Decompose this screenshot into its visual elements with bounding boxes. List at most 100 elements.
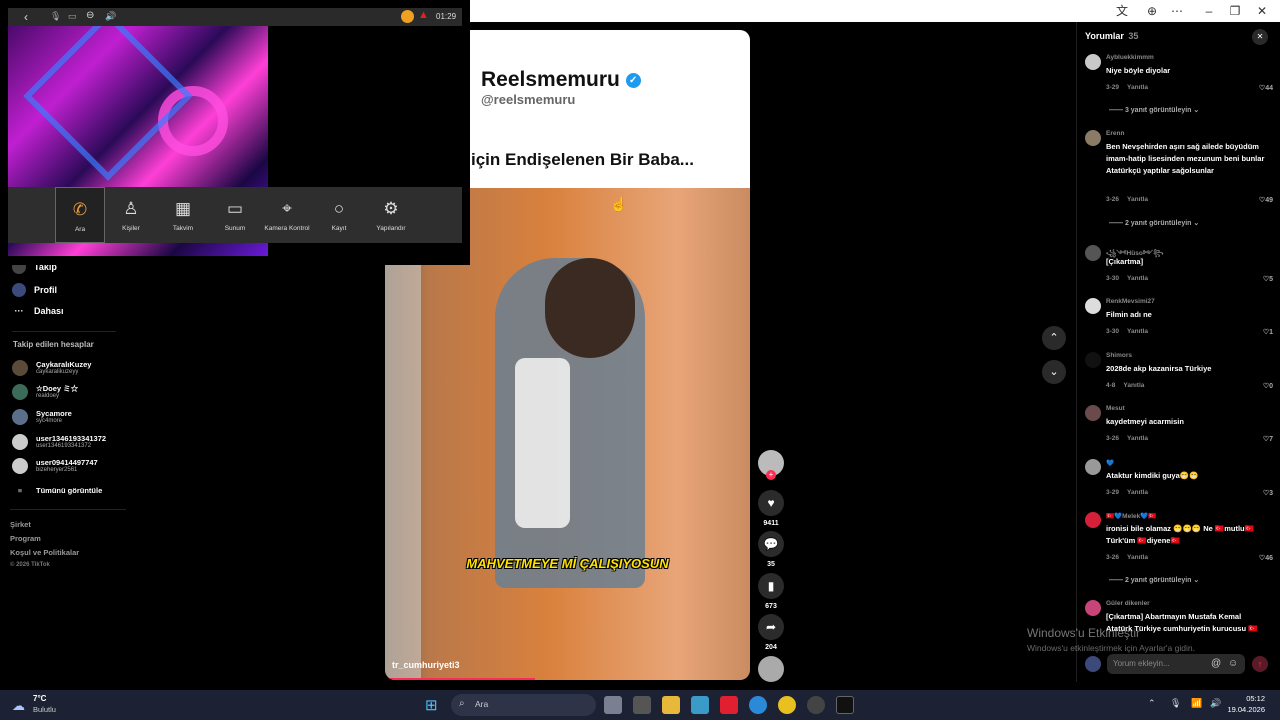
restore-icon[interactable]: ❐: [1228, 4, 1242, 18]
like-count: ♡5: [1262, 276, 1273, 283]
calendar-icon: ▦: [174, 199, 192, 218]
comment-button[interactable]: 💬 35: [758, 531, 784, 568]
camera-off-icon[interactable]: ▭: [68, 11, 77, 22]
reply-button[interactable]: Yanıtla: [1127, 435, 1148, 442]
overlay-control-bar: ✆ Ara ♙ Kişiler ▦ Takvim ▭ Sunum ⌖ Kamer…: [8, 187, 462, 243]
person-head: [545, 258, 635, 358]
speaker-icon[interactable]: 🔊: [105, 11, 116, 22]
temperature[interactable]: 7°C: [33, 694, 46, 703]
reply-button[interactable]: Yanıtla: [1127, 328, 1148, 335]
footer-link-program[interactable]: Program: [10, 534, 41, 543]
reply-button[interactable]: Yanıtla: [1127, 196, 1148, 203]
close-comments-button[interactable]: ✕: [1252, 29, 1268, 45]
avatar: [12, 434, 28, 450]
comment-input[interactable]: Yorum ekleyin...: [1107, 654, 1245, 674]
microphone-icon[interactable]: 🎙: [1170, 698, 1181, 709]
taskbar-search[interactable]: ⌕ Ara: [451, 694, 596, 716]
avatar: [1085, 352, 1101, 368]
weather-text: Bulutlu: [33, 705, 56, 714]
mention-icon[interactable]: @: [1211, 658, 1221, 669]
zoom-icon[interactable]: ⊕: [1145, 4, 1159, 18]
mic-off-icon[interactable]: 🎙: [50, 11, 61, 22]
heart-icon: ♥: [758, 490, 784, 516]
following-account[interactable]: user09414497747 bizeheryer2561: [12, 458, 98, 474]
reply-button[interactable]: Yanıtla: [1127, 275, 1148, 282]
see-all-link[interactable]: ≡ Tümünü görüntüle: [12, 486, 102, 495]
chevron-up-icon: ⌃: [1049, 332, 1059, 344]
emoji-icon[interactable]: ☺: [1228, 658, 1238, 669]
divider: [12, 331, 116, 332]
avatar: [12, 360, 28, 376]
search-icon: ⌕: [459, 698, 465, 709]
avatar: [1085, 298, 1101, 314]
progress-bar[interactable]: [385, 678, 535, 680]
minus-circle-icon[interactable]: ⊖: [86, 10, 94, 21]
chevron-down-icon: ⌄: [1049, 366, 1059, 378]
avatar: [1085, 130, 1101, 146]
chevron-up-icon[interactable]: ⌃: [1148, 698, 1156, 709]
close-icon: ✕: [1256, 32, 1264, 41]
back-icon[interactable]: ‹: [24, 10, 28, 24]
windows-start-icon[interactable]: ⊞: [425, 696, 438, 714]
footer-link-company[interactable]: Şirket: [10, 520, 31, 529]
minimize-icon[interactable]: –: [1202, 4, 1216, 18]
following-account[interactable]: Sycamore syc4more: [12, 409, 72, 425]
avatar: [1085, 459, 1101, 475]
next-video-button[interactable]: ⌄: [1042, 360, 1066, 384]
translate-icon[interactable]: 文: [1115, 4, 1129, 18]
settings-button[interactable]: ⚙ Yapılandır: [366, 187, 416, 243]
share-button[interactable]: ➦ 204: [758, 614, 784, 651]
send-button[interactable]: ↑: [1252, 656, 1268, 672]
reply-button[interactable]: Yanıtla: [1127, 489, 1148, 496]
avatar: [1085, 512, 1101, 528]
avatar: [12, 384, 28, 400]
app-icon[interactable]: [807, 696, 825, 714]
sidebar-item-more[interactable]: ··· Dahası: [12, 306, 64, 316]
camera-control-button[interactable]: ⌖ Kamera Kontrol: [262, 187, 312, 243]
view-replies-button[interactable]: —— 2 yanıt görüntüleyin ⌄: [1109, 576, 1199, 584]
following-account[interactable]: ☆Doey ミ☆ realdoey: [12, 384, 78, 400]
view-replies-button[interactable]: —— 3 yanıt görüntüleyin ⌄: [1109, 106, 1199, 114]
overlay-clock: 01:29: [436, 12, 457, 21]
contacts-button[interactable]: ♙ Kişiler: [106, 187, 156, 243]
following-account[interactable]: user1346193341372 user1346193341372: [12, 434, 106, 450]
more-icon[interactable]: ⋯: [1170, 4, 1184, 18]
youtube-icon[interactable]: [720, 696, 738, 714]
clock-date[interactable]: 19.04.2026: [1215, 705, 1265, 714]
chrome-icon[interactable]: [778, 696, 796, 714]
close-window-icon[interactable]: ✕: [1255, 4, 1269, 18]
comment-icon: 💬: [758, 531, 784, 557]
task-view-icon[interactable]: [604, 696, 622, 714]
view-replies-button[interactable]: —— 2 yanıt görüntüleyin ⌄: [1109, 219, 1199, 227]
clock-time[interactable]: 05:12: [1221, 694, 1265, 703]
overlay-app-window: ‹ 🎙 ▭ ⊖ 🔊 ▲ 01:29 ✆ Ara ♙ Kişiler ▦ Takv…: [0, 0, 470, 265]
prev-video-button[interactable]: ⌃: [1042, 326, 1066, 350]
following-account[interactable]: ÇaykaralıKuzey caykaralikuzeyy: [12, 360, 91, 376]
share-icon: ➦: [758, 614, 784, 640]
widgets-icon[interactable]: [633, 696, 651, 714]
reply-button[interactable]: Yanıtla: [1123, 382, 1144, 389]
uploader-name[interactable]: tr_cumhuriyeti3: [392, 660, 460, 670]
comments-panel: Yorumlar 35 ✕ Aybluekkimmm Niye böyle di…: [1076, 22, 1280, 682]
app-icon[interactable]: [691, 696, 709, 714]
presentation-button[interactable]: ▭ Sunum: [210, 187, 260, 243]
sidebar-item-profile[interactable]: Profil: [12, 283, 57, 297]
call-button[interactable]: ✆ Ara: [55, 187, 105, 243]
edge-icon[interactable]: [749, 696, 767, 714]
video-caption: MAHVETMEYE Mİ ÇALIŞIYOSUN: [466, 556, 669, 571]
wifi-icon[interactable]: 📶: [1191, 698, 1202, 709]
file-explorer-icon[interactable]: [662, 696, 680, 714]
footer-link-terms[interactable]: Koşul ve Politikalar: [10, 548, 79, 557]
like-count: ♡1: [1262, 329, 1273, 336]
sound-avatar[interactable]: [758, 656, 784, 682]
tiktok-icon[interactable]: [836, 696, 854, 714]
like-button[interactable]: ♥ 9411: [758, 490, 784, 527]
reply-button[interactable]: Yanıtla: [1127, 84, 1148, 91]
like-count: ♡46: [1258, 555, 1273, 562]
record-button[interactable]: ○ Kayıt: [314, 187, 364, 243]
save-button[interactable]: ▮ 673: [758, 573, 784, 610]
reply-button[interactable]: Yanıtla: [1127, 554, 1148, 561]
creator-avatar-button[interactable]: +: [758, 450, 784, 480]
like-count: ♡44: [1258, 85, 1273, 92]
calendar-button[interactable]: ▦ Takvim: [158, 187, 208, 243]
